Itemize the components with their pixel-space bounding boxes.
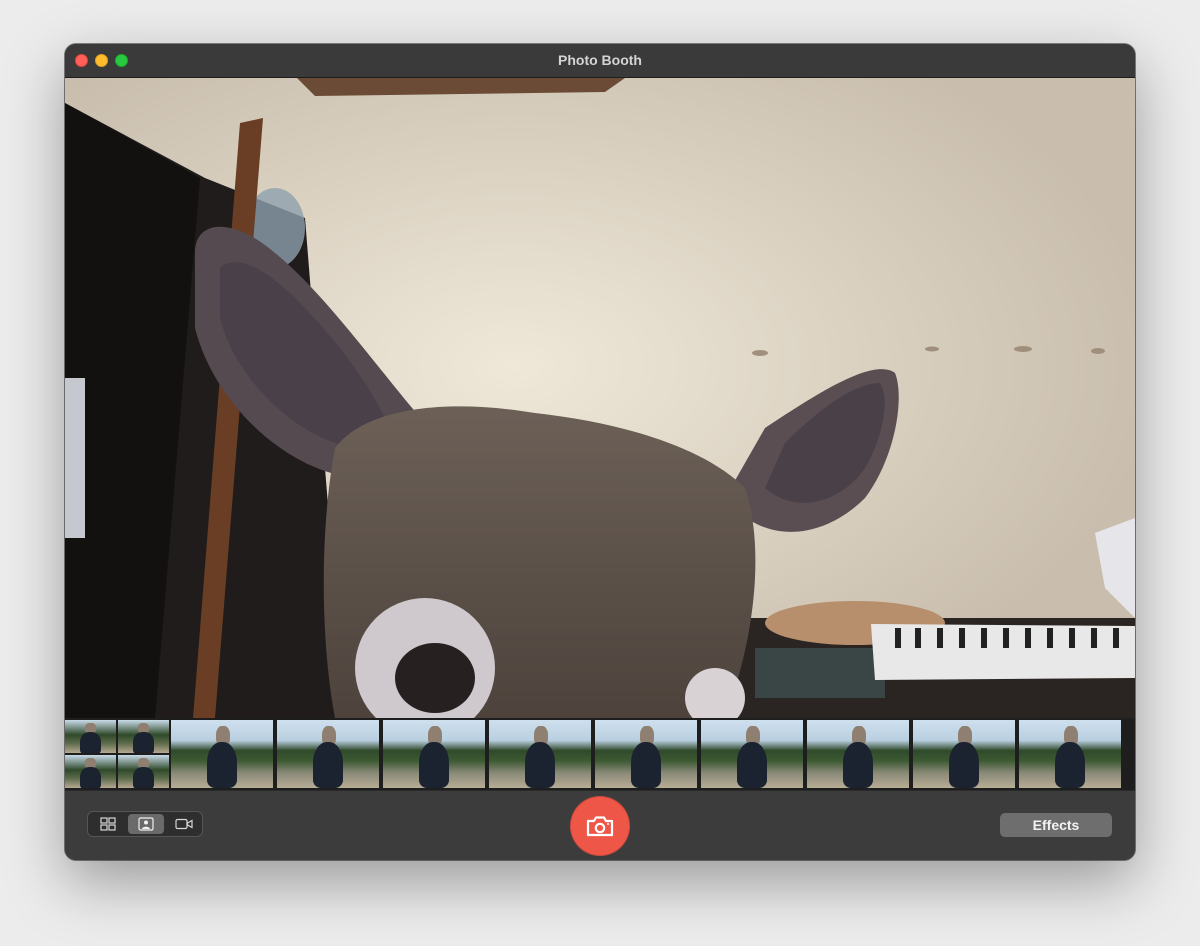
title-bar: Photo Booth [65,44,1135,78]
video-camera-icon [175,818,193,830]
capture-mode-selector [87,811,203,837]
filmstrip-thumbnail[interactable] [277,720,379,788]
single-photo-icon [138,817,154,831]
camera-feed-image [65,78,1135,718]
grid-four-icon [100,817,116,831]
window-title: Photo Booth [558,52,642,68]
single-photo-mode-button[interactable] [128,814,164,834]
camera-icon [586,816,614,837]
photo-filmstrip [65,718,1135,790]
filmstrip-thumbnail[interactable] [489,720,591,788]
camera-preview [65,78,1135,718]
take-photo-button[interactable] [570,796,630,856]
four-up-mode-button[interactable] [90,814,126,834]
filmstrip-thumbnail[interactable] [171,720,273,788]
filmstrip-thumbnail[interactable] [807,720,909,788]
filmstrip-thumbnail[interactable] [1019,720,1121,788]
bottom-toolbar: Effects [65,790,1135,860]
video-mode-button[interactable] [166,814,202,834]
effects-button[interactable]: Effects [1000,813,1112,837]
photo-booth-window: Photo Booth Effects [65,44,1135,860]
filmstrip-thumbnail[interactable] [701,720,803,788]
filmstrip-thumbnail[interactable] [913,720,1015,788]
filmstrip-thumbnail-four-up[interactable] [65,720,169,788]
filmstrip-thumbnail[interactable] [383,720,485,788]
filmstrip-thumbnail[interactable] [595,720,697,788]
